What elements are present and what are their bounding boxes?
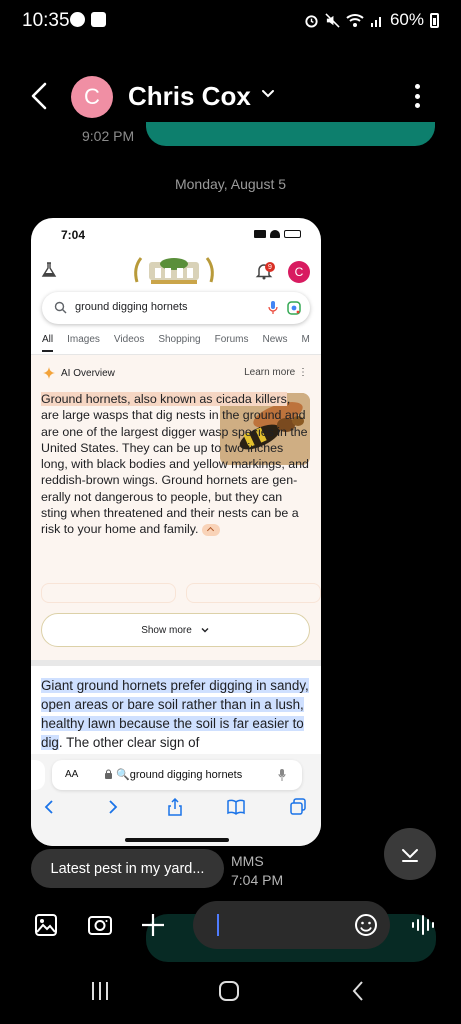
shared-screenshot-image[interactable]: 7:04 9 C ground digging hornets All Imag… xyxy=(31,218,321,846)
tab-videos: Videos xyxy=(113,334,145,345)
ai-overview-header: AI Overview xyxy=(43,367,115,379)
screenshot-status-bar: 7:04 xyxy=(31,218,321,252)
notification-count-badge: 9 xyxy=(265,262,275,272)
conversation-header: C Chris Cox xyxy=(0,72,461,120)
ai-overview-panel: AI Overview Learn more ⋮ Ground hornets,… xyxy=(31,355,321,660)
collapse-chip xyxy=(201,524,220,537)
screenshot-status-icons xyxy=(254,230,301,238)
arrow-down-icon xyxy=(402,849,418,862)
recent-apps-icon[interactable] xyxy=(89,980,111,1002)
screenshot-avatar: C xyxy=(288,261,310,283)
previous-message-bubble[interactable] xyxy=(146,122,435,146)
previous-tab-stub xyxy=(31,760,45,790)
contact-name[interactable]: Chris Cox xyxy=(128,81,251,112)
scroll-to-bottom-button[interactable] xyxy=(384,828,436,880)
lock-icon xyxy=(105,769,112,779)
ai-overview-title: AI Overview xyxy=(61,367,115,379)
signal-icon xyxy=(370,17,381,27)
notification-icons xyxy=(70,12,106,27)
learn-more-link: Learn more ⋮ xyxy=(244,367,308,378)
ai-overview-body: , are large wasps that dig nests in the … xyxy=(41,392,309,537)
camera-icon[interactable] xyxy=(87,912,113,938)
sparkle-icon xyxy=(43,367,55,379)
system-navigation-bar xyxy=(0,970,461,1014)
home-indicator xyxy=(125,838,229,842)
add-attachment-icon[interactable] xyxy=(140,912,166,938)
back-arrow-icon xyxy=(44,800,53,814)
tab-news: News xyxy=(262,334,288,345)
back-button[interactable] xyxy=(24,80,56,112)
screenshot-time: 7:04 xyxy=(61,228,86,242)
browser-toolbar: AA 🔍ground digging hornets xyxy=(31,754,321,846)
status-time: 10:35 xyxy=(22,10,70,31)
ai-overview-text: Ground hornets, also known as cicada kil… xyxy=(41,391,311,538)
faded-source-cards xyxy=(41,583,321,603)
text-size-button: AA xyxy=(65,769,79,780)
status-right: 60% xyxy=(304,10,439,30)
tabs-icon xyxy=(290,798,306,815)
snippet-rest: . The other clear sign of xyxy=(58,735,200,750)
system-back-icon[interactable] xyxy=(348,980,370,1002)
search-query-text: ground digging hornets xyxy=(75,301,188,313)
wifi-icon xyxy=(270,230,280,238)
text-caret xyxy=(217,914,219,936)
home-icon[interactable] xyxy=(218,980,240,1002)
app-icon xyxy=(91,12,106,27)
microphone-icon xyxy=(268,301,278,314)
message-meta: MMS 7:04 PM xyxy=(231,852,283,890)
tab-shopping: Shopping xyxy=(158,334,201,345)
date-separator: Monday, August 5 xyxy=(174,176,287,192)
chevron-down-icon xyxy=(201,628,209,633)
more-options-button[interactable] xyxy=(406,82,428,110)
google-doodle-logo xyxy=(134,257,214,284)
wifi-icon xyxy=(346,13,364,27)
message-composer xyxy=(0,900,461,952)
alarm-icon xyxy=(305,14,318,28)
message-time: 7:04 PM xyxy=(231,872,284,888)
microphone-icon xyxy=(278,769,286,781)
mute-icon xyxy=(325,12,340,28)
search-icon xyxy=(54,301,67,314)
featured-snippet-text: Giant ground hornets prefer digging in s… xyxy=(41,676,313,752)
tab-more: M xyxy=(301,334,310,345)
ai-overview-highlight: Ground hornets, also known as cicada kil… xyxy=(41,392,287,406)
message-bubble[interactable]: Latest pest in my yard... xyxy=(31,849,224,888)
chevron-down-icon[interactable] xyxy=(258,84,278,104)
browser-nav-row xyxy=(31,798,321,820)
gallery-icon[interactable] xyxy=(33,912,59,938)
screenshot-search-tabs: All Images Videos Shopping Forums News M xyxy=(42,334,321,352)
address-text: 🔍ground digging hornets xyxy=(116,769,243,781)
screenshot-search-box: ground digging hornets xyxy=(42,292,310,324)
section-divider xyxy=(31,660,321,666)
address-bar: AA 🔍ground digging hornets xyxy=(52,760,302,790)
contact-avatar[interactable]: C xyxy=(71,76,113,118)
battery-percent: 60% xyxy=(389,10,424,29)
show-more-button: Show more xyxy=(41,613,310,647)
share-icon xyxy=(168,798,182,816)
google-lens-icon xyxy=(287,301,301,315)
message-type: MMS xyxy=(231,853,264,869)
forward-arrow-icon xyxy=(109,800,118,814)
emoji-icon[interactable] xyxy=(354,913,378,937)
bookmarks-icon xyxy=(227,799,245,816)
battery-icon xyxy=(430,12,439,28)
status-bar: 10:35 60% xyxy=(0,0,461,44)
cellular-icon xyxy=(254,230,266,238)
chat-icon xyxy=(70,12,85,27)
tab-forums: Forums xyxy=(214,334,249,345)
battery-icon xyxy=(284,230,301,238)
message-input[interactable] xyxy=(193,901,390,949)
previous-message-time: 9:02 PM xyxy=(82,128,135,144)
tab-all: All xyxy=(42,334,54,352)
tab-images: Images xyxy=(67,334,100,345)
labs-flask-icon xyxy=(41,262,57,277)
voice-input-icon[interactable] xyxy=(410,912,436,938)
